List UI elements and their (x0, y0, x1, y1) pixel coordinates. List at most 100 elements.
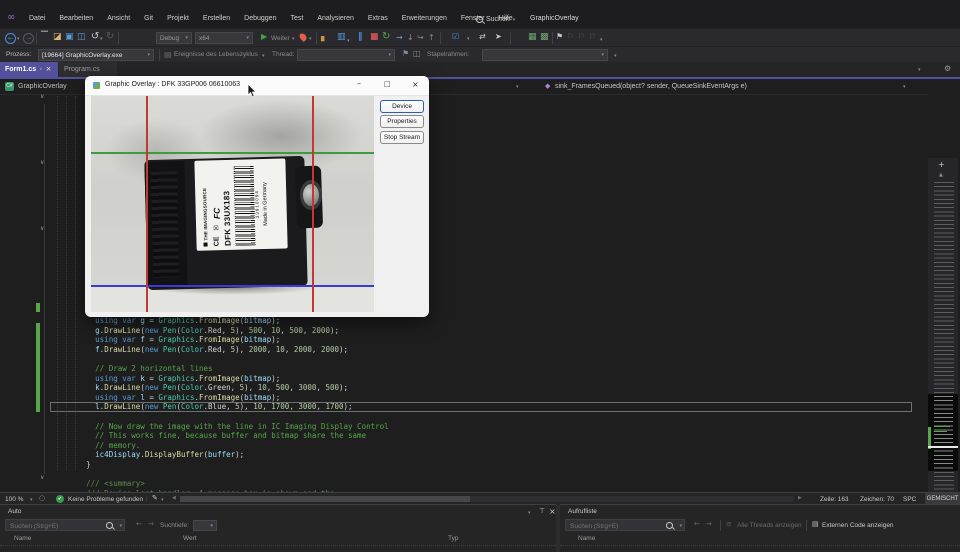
callstack-search-box[interactable]: ▾ (565, 519, 685, 531)
navigate-forward-icon[interactable]: → (23, 33, 34, 44)
code-line[interactable]: /// <summary> (50, 479, 912, 489)
show-all-threads[interactable]: Alle Threads anzeigen (737, 522, 802, 529)
tab-list-caret[interactable]: ▾ (918, 67, 921, 73)
navigate-back-caret[interactable]: ▾ (17, 36, 20, 42)
hscrollbar-track[interactable] (180, 496, 794, 502)
undo-icon[interactable]: ↺ (91, 32, 99, 42)
hscroll-right-icon[interactable]: ▶ (798, 496, 802, 501)
code-line[interactable]: ic4Display.DisplayBuffer(buffer); (50, 450, 912, 460)
col-typ[interactable]: Typ (448, 535, 458, 542)
minimap-viewport[interactable] (928, 394, 958, 471)
redo-icon[interactable]: ↻ (106, 32, 114, 42)
continue-caret[interactable]: ▾ (292, 36, 295, 42)
show-next-statement-icon[interactable]: → (396, 34, 403, 42)
bookmark-icon[interactable]: ⚑ (556, 33, 563, 41)
code-line[interactable]: f.DrawLine(new Pen(Color.Red, 5), 2000, … (50, 345, 912, 355)
code-line[interactable]: // Draw 2 horizontal lines (50, 364, 912, 374)
col-name[interactable]: Name (578, 535, 595, 542)
code-line[interactable]: // This works fine, because buffer and b… (50, 431, 912, 441)
code-line-current[interactable]: l.DrawLine(new Pen(Color.Blue, 5), 10, 1… (50, 402, 912, 412)
scroll-up-icon[interactable]: ▲ (939, 173, 943, 178)
solution-config-dropdown[interactable]: Debug▾ (156, 32, 192, 44)
pause-icon[interactable]: ‖ (358, 33, 363, 42)
code-line[interactable]: using var f = Graphics.FromImage(bitmap)… (50, 335, 912, 345)
health-indicator-icon[interactable]: ○ (39, 495, 45, 502)
step-over-icon[interactable]: ↪ (417, 34, 424, 42)
quick-search[interactable]: Suchen ▾ (476, 16, 515, 23)
tab-close-icon[interactable]: × (46, 66, 52, 73)
undo-caret[interactable]: ▾ (100, 36, 103, 42)
step-into-icon[interactable]: ↓ (407, 34, 414, 42)
restart-icon[interactable]: ↻ (382, 32, 390, 42)
code-line[interactable]: using var l = Graphics.FromImage(bitmap)… (50, 393, 912, 403)
navigate-back-icon[interactable]: ← (5, 33, 16, 44)
minimap[interactable]: + ▲ ▼ (928, 158, 958, 492)
breadcrumb-method-caret[interactable]: ▾ (903, 84, 906, 90)
callstack-search-input[interactable] (568, 520, 661, 532)
fold-chevron-icon[interactable]: ∨ (40, 160, 44, 166)
code-line[interactable] (50, 412, 912, 422)
breadcrumb-class-caret[interactable]: ▾ (516, 84, 519, 90)
fold-chevron-icon[interactable]: ∨ (40, 475, 44, 481)
search-forward-icon[interactable]: → (148, 521, 154, 528)
stop-stream-button[interactable]: Stop Stream (380, 131, 424, 144)
status-spc[interactable]: SPC (903, 496, 916, 503)
code-line[interactable]: k.DrawLine(new Pen(Color.Green, 5), 10, … (50, 383, 912, 393)
device-button[interactable]: Device (380, 100, 424, 113)
threads-icon[interactable]: ◫ (413, 50, 421, 58)
menu-item[interactable]: Erstellen (196, 15, 237, 28)
code-line[interactable] (50, 354, 912, 364)
open-folder-icon[interactable]: ◪ (53, 33, 62, 42)
hscroll-left-icon[interactable]: ◀ (172, 496, 176, 501)
code-line[interactable]: using var k = Graphics.FromImage(bitmap)… (50, 374, 912, 384)
panel-dropdown-caret[interactable]: ▾ (528, 510, 531, 516)
save-icon[interactable]: ▣ (65, 33, 74, 42)
code-line[interactable]: } (50, 460, 912, 470)
process-dropdown[interactable]: [19664] GraphicOverlay.exe▾ (38, 49, 154, 61)
compare-icon[interactable]: ⇄ (479, 33, 486, 41)
menu-item[interactable]: Extras (361, 15, 395, 28)
menu-item[interactable]: Test (283, 15, 310, 28)
menu-item[interactable]: Datei (22, 15, 52, 28)
step-out-icon[interactable]: ↑ (428, 34, 435, 42)
col-name[interactable]: Name (14, 535, 31, 542)
depth-dropdown[interactable]: ▾ (193, 520, 217, 531)
next-bookmark-icon[interactable]: ⚐ (578, 33, 585, 41)
menu-item[interactable]: Projekt (160, 15, 196, 28)
prev-bookmark-icon[interactable]: ⚐ (567, 33, 574, 41)
pointer-mode-icon[interactable]: ➤ (495, 33, 502, 41)
toolbar2-overflow-caret[interactable]: ▾ (614, 53, 617, 59)
fold-chevron-icon[interactable]: ∨ (40, 94, 44, 100)
code-line[interactable]: g.DrawLine(new Pen(Color.Red, 5), 500, 1… (50, 326, 912, 336)
settings-gear-icon[interactable]: ⚙ (944, 65, 951, 73)
search-forward-icon[interactable]: → (706, 521, 712, 528)
hot-reload-icon[interactable] (298, 32, 308, 42)
menu-item[interactable]: Debuggen (237, 15, 283, 28)
zoom-caret[interactable]: ▾ (30, 497, 33, 503)
lifecycle-caret[interactable]: ▾ (262, 53, 265, 59)
window-layout-icon[interactable]: ▥ (337, 33, 346, 42)
col-wert[interactable]: Wert (183, 535, 197, 542)
continue-label[interactable]: Weiter (271, 35, 290, 42)
properties-button[interactable]: Properties (380, 115, 424, 128)
menu-item[interactable]: Git (137, 15, 160, 28)
breadcrumb-method[interactable]: sink_FramesQueued(object? sender, QueueS… (555, 83, 747, 90)
designer-view-icon[interactable]: ▦ (528, 33, 537, 42)
search-back-icon[interactable]: ← (694, 521, 700, 528)
new-file-icon[interactable]: ▔ (41, 33, 48, 42)
pen-caret[interactable]: ▾ (161, 497, 164, 503)
continue-play-icon[interactable]: ▶ (261, 33, 267, 41)
save-all-icon[interactable]: ◫ (77, 33, 86, 42)
autos-search-box[interactable]: ▾ (5, 519, 125, 531)
autos-search-input[interactable] (8, 520, 101, 532)
window-layout-caret[interactable]: ▾ (347, 38, 350, 44)
close-icon[interactable]: × (549, 508, 556, 516)
pin-icon[interactable]: ⊤ (539, 508, 545, 515)
menu-item[interactable]: Ansicht (100, 15, 137, 28)
code-text[interactable]: using var g = Graphics.FromImage(bitmap)… (50, 316, 912, 492)
menu-item[interactable]: Analysieren (310, 15, 361, 28)
minimize-icon[interactable]: – (357, 79, 361, 88)
edit-pen-icon[interactable]: ✎ (152, 495, 158, 502)
menu-item[interactable]: Erweiterungen (395, 15, 454, 28)
test-explorer-icon[interactable]: ☑ (452, 33, 459, 41)
